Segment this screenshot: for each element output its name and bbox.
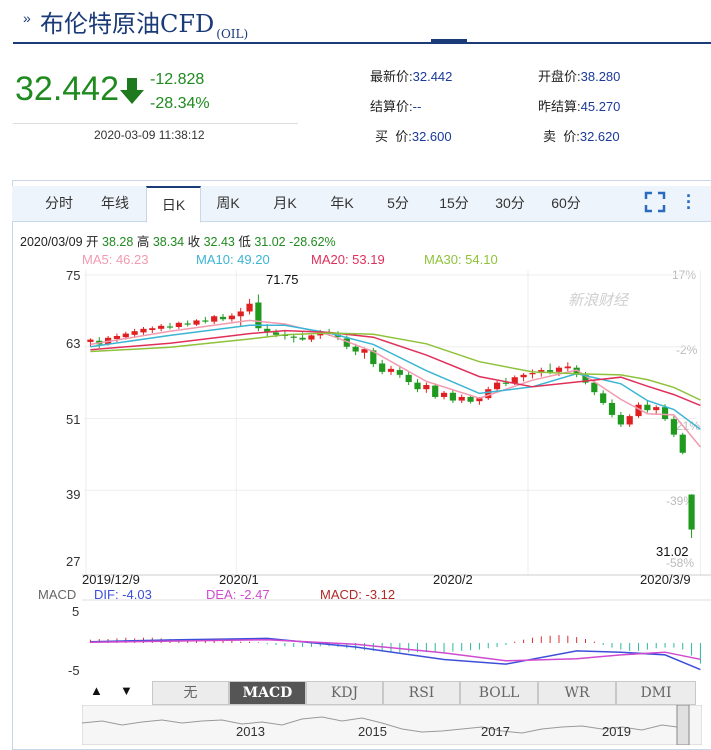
candle-body [158,325,165,329]
candle-body [149,328,156,331]
candle-body [387,368,395,372]
nav-year: 2015 [358,724,387,739]
candle-body [131,331,138,335]
macd-value: MACD: -3.12 [320,587,396,602]
candle-body [272,332,280,335]
candle-body [653,407,660,411]
candle-body [352,346,359,352]
candle-body [122,333,129,338]
candle-body [184,323,191,325]
candle-body [396,370,403,375]
candle-body [193,320,200,325]
candle-body [679,434,686,453]
candle-body [617,414,624,425]
candle-body [140,328,147,333]
indicator-boll[interactable]: BOLL [460,681,538,705]
candle-body [299,337,306,340]
nav-year: 2019 [602,724,631,739]
candle-body [308,335,315,340]
candle-body [246,303,253,312]
candle-body [423,385,430,390]
candlestick-chart[interactable]: 新浪财经 71.75 31.02 [0,0,711,750]
candle-body [670,419,677,435]
macd-dea-line [90,638,701,662]
candle-body [255,302,262,329]
candle-body [608,402,616,415]
scroll-down-icon[interactable]: ▼ [120,683,133,698]
range-handle[interactable] [676,705,690,745]
low-annotation: 31.02 [656,544,689,559]
indicator-none[interactable]: 无 [152,681,229,705]
nav-year: 2013 [236,724,265,739]
macd-y-tick: -5 [68,663,80,678]
indicator-wr[interactable]: WR [538,681,616,705]
candle-body [458,396,465,401]
candle-body [547,370,554,372]
ma-line-ma20 [90,329,701,407]
ma-line-ma10 [90,324,701,430]
candle-body [661,407,669,420]
scroll-up-icon[interactable]: ▲ [90,683,103,698]
candle-body [414,382,421,390]
candle-body [202,320,209,322]
x-tick: 2020/3/9 [640,572,691,587]
candle-body [175,322,182,328]
macd-dif-line [90,637,701,671]
candle-body [555,367,563,372]
candle-body [449,392,456,401]
candle-body [432,385,439,397]
candle-body [113,335,121,339]
indicator-kdj[interactable]: KDJ [306,681,383,705]
candle-body [626,416,633,425]
candle-body [440,392,448,397]
candle-body [290,336,297,338]
candle-body [467,396,474,402]
indicator-dmi[interactable]: DMI [616,681,696,705]
x-tick: 2020/2 [433,572,473,587]
candle-body [211,316,218,322]
candle-body [237,311,244,317]
ma-line-ma5 [90,319,701,448]
x-tick: 2020/1 [219,572,259,587]
nav-year: 2017 [481,724,510,739]
candle-body [529,373,536,375]
indicator-rsi[interactable]: RSI [383,681,460,705]
candle-body [166,326,174,328]
candle-body [520,374,527,378]
candle-body [564,366,571,369]
macd-y-tick: 5 [72,604,80,619]
candle-body [493,382,501,390]
candle-body [219,316,227,320]
watermark: 新浪财经 [568,292,630,309]
candle-body [87,339,94,342]
macd-label: MACD [38,587,77,602]
high-annotation: 71.75 [266,272,299,287]
candle-body [405,374,412,383]
ma-line-ma30 [90,332,701,401]
candle-body [228,315,235,320]
macd-dea: DEA: -2.47 [206,587,270,602]
indicator-macd[interactable]: MACD [229,681,306,705]
candle-body [644,404,651,411]
x-tick: 2019/12/9 [82,572,140,587]
candle-body [688,494,695,530]
candle-body [600,393,607,403]
candle-body [379,363,386,372]
macd-dif: DIF: -4.03 [94,587,152,602]
